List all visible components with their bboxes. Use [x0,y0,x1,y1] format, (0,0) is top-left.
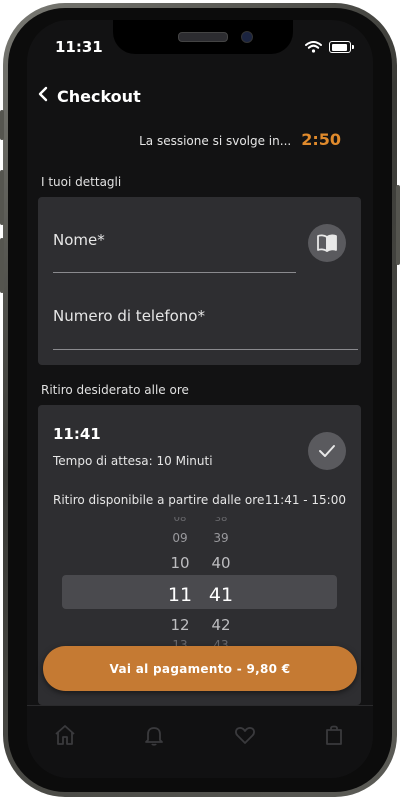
page-title: Checkout [57,86,141,106]
availability-label: Ritiro disponibile a partire dalle ore [53,493,265,507]
battery-icon [329,41,354,53]
go-to-payment-button[interactable]: Vai al pagamento - 9,80 € [43,646,357,691]
status-time: 11:31 [55,38,103,56]
phone-field-label: Numero di telefono* [53,307,205,325]
pickup-section-label: Ritiro desiderato alle ore [41,383,189,397]
hour-option[interactable]: 10 [160,554,200,572]
bell-icon[interactable] [141,722,167,748]
minute-option[interactable]: 38 [201,517,241,525]
chevron-left-icon[interactable] [37,86,49,106]
phone-field[interactable] [53,349,358,350]
volume-up-button [0,170,4,225]
book-icon[interactable] [308,224,346,262]
power-button [396,185,400,265]
session-timer: 2:50 [301,130,341,149]
notch [113,20,293,54]
speaker [178,32,228,42]
pickup-time: 11:41 [53,425,101,443]
wifi-icon [305,41,322,53]
minute-option[interactable]: 41 [201,584,241,606]
session-timer-row: La sessione si svolge in... 2:50 [139,130,341,149]
mute-switch [0,110,4,140]
home-icon[interactable] [52,722,78,748]
name-field[interactable] [53,272,296,273]
hour-option[interactable]: 08 [160,517,200,525]
hour-option[interactable]: 11 [160,584,200,606]
heart-icon[interactable] [232,722,258,748]
wait-time-text: Tempo di attesa: 10 Minuti [53,454,213,468]
minute-option[interactable]: 39 [201,531,241,545]
session-label: La sessione si svolge in... [139,134,292,148]
checkmark-icon[interactable] [308,432,346,470]
shopping-bag-icon[interactable] [321,722,347,748]
volume-down-button [0,238,4,293]
app-screen: 11:31 Checkout La sessione si svolge in.… [27,20,373,778]
details-section-label: I tuoi dettagli [41,175,122,189]
hour-option[interactable]: 12 [160,616,200,634]
front-camera [241,31,253,43]
minute-option[interactable]: 42 [201,616,241,634]
hour-option[interactable]: 09 [160,531,200,545]
header: Checkout [37,86,141,106]
details-card: Nome* Numero di telefono* [38,197,361,365]
minute-option[interactable]: 40 [201,554,241,572]
availability-range: 11:41 - 15:00 [264,493,346,507]
status-icons [305,41,354,53]
name-field-label: Nome* [53,231,105,249]
tab-bar [27,705,373,778]
